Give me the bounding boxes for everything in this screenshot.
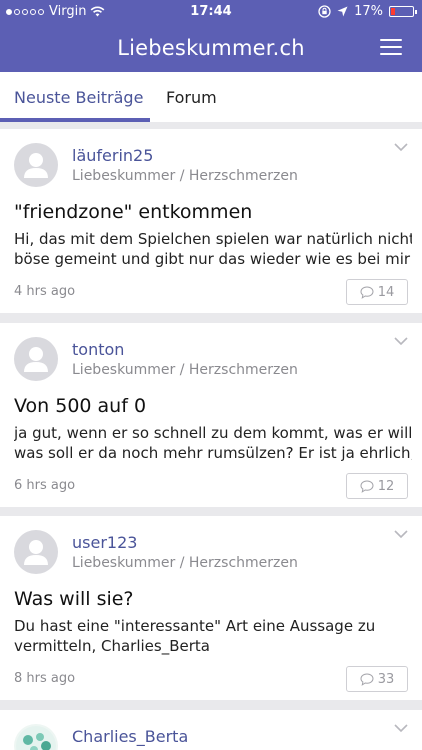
tab-forum[interactable]: Forum [166,88,217,107]
post-category[interactable]: Liebeskummer / Herzschmerzen [72,168,298,184]
tab-neuste-beitraege[interactable]: Neuste Beiträge [14,88,143,107]
status-bar: Virgin 17:44 17% [0,0,422,22]
app-header: Liebeskummer.ch [0,22,422,72]
comment-count: 12 [377,478,395,494]
status-right: 17% [318,4,417,19]
post-time: 6 hrs ago [14,478,76,493]
user-placeholder-icon [24,540,48,565]
comment-count: 33 [377,671,395,687]
post-author[interactable]: user123 [72,533,137,552]
avatar[interactable] [14,143,58,187]
chevron-down-icon[interactable] [394,337,408,346]
app-title: Liebeskummer.ch [117,36,305,60]
post-title[interactable]: Von 500 auf 0 [14,395,146,417]
active-tab-indicator [0,118,150,122]
post-excerpt-line: ja gut, wenn er so schnell zu dem kommt,… [14,424,412,442]
speech-bubble-icon [360,285,374,299]
hamburger-menu-button[interactable] [380,39,402,55]
user-placeholder-icon [24,153,48,178]
chevron-down-icon[interactable] [394,530,408,539]
avatar[interactable] [14,530,58,574]
post-category[interactable]: Liebeskummer / Herzschmerzen [72,362,298,378]
post-category[interactable]: Liebeskummer / Herzschmerzen [72,555,298,571]
post-author[interactable]: Charlies_Berta [72,727,188,746]
post-excerpt: Hi, das mit dem Spielchen spielen war na… [14,229,412,269]
post-excerpt-line: Hi, das mit dem Spielchen spielen war na… [14,230,412,248]
post-card[interactable]: tonton Liebeskummer / Herzschmerzen Von … [0,323,422,507]
menu-icon [380,39,402,41]
comment-count-button[interactable]: 12 [346,473,408,499]
post-time: 4 hrs ago [14,284,76,299]
post-excerpt-line: vermitteln, Charlies_Berta [14,637,210,655]
rotation-lock-icon [318,5,331,18]
user-placeholder-icon [24,347,48,372]
post-card[interactable]: user123 Liebeskummer / Herzschmerzen Was… [0,516,422,700]
avatar[interactable] [14,337,58,381]
avatar[interactable] [14,724,58,750]
post-card[interactable]: Charlies_Berta [0,710,422,750]
post-card[interactable]: läuferin25 Liebeskummer / Herzschmerzen … [0,129,422,313]
post-excerpt: Du hast eine "interessante" Art eine Aus… [14,616,412,656]
battery-percentage: 17% [354,4,383,19]
post-time: 8 hrs ago [14,671,76,686]
post-author[interactable]: läuferin25 [72,146,153,165]
post-excerpt-line: böse gemeint und gibt nur das wieder wie… [14,250,412,268]
post-excerpt-line: was soll er da noch mehr rumsülzen? Er i… [14,444,412,462]
flower-avatar-icon [16,726,56,750]
chevron-down-icon[interactable] [394,724,408,733]
tab-bar: Neuste Beiträge Forum [0,72,422,122]
comment-count-button[interactable]: 33 [346,666,408,692]
post-title[interactable]: "friendzone" entkommen [14,201,252,223]
battery-icon [389,6,417,17]
post-excerpt: ja gut, wenn er so schnell zu dem kommt,… [14,423,412,463]
post-excerpt-line: Du hast eine "interessante" Art eine Aus… [14,617,376,635]
speech-bubble-icon [360,479,374,493]
location-arrow-icon [337,6,348,17]
post-title[interactable]: Was will sie? [14,588,134,610]
chevron-down-icon[interactable] [394,143,408,152]
post-author[interactable]: tonton [72,340,124,359]
speech-bubble-icon [360,672,374,686]
comment-count: 14 [377,284,395,300]
comment-count-button[interactable]: 14 [346,279,408,305]
